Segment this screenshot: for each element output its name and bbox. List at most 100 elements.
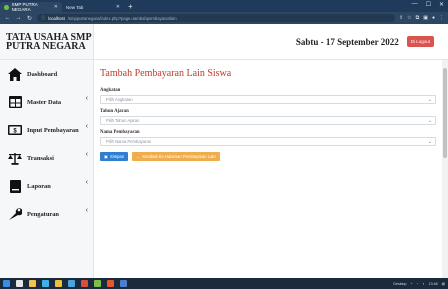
app-icon[interactable] [107,280,114,287]
select-placeholder: Pilih Tahun Ajaran [106,118,140,123]
sidebar-item-label: Master Data [27,98,62,106]
back-to-list-button[interactable]: ← Kembali Ke Halaman Pembayaran Lain [132,152,220,161]
tab-smp-putra-negara[interactable]: SMP PUTRA NEGARA ✕ [0,2,62,12]
url-path: /smpputranegara/index.php?page=tambahpem… [67,15,177,21]
chevron-down-icon: ⌄ [427,97,432,103]
select-placeholder: Pilih Nama Pembayaran [106,139,152,144]
chevron-left-icon: ‹ [85,95,88,102]
field-label: Tahun Ajaran [100,109,129,114]
back-arrow-icon[interactable]: ← [4,15,11,21]
forward-arrow-icon[interactable]: → [15,15,22,21]
sidebar-nav: Dashboard Master Data ‹ $ Input Pembayar… [0,60,93,228]
volume-icon[interactable]: ◖ [422,282,424,286]
menu-icon[interactable]: ⋮ [439,15,444,21]
sidebar: TATA USAHA SMP PUTRA NEGARA Dashboard Ma… [0,24,94,278]
page-title: Tambah Pembayaran Lain Siswa [100,68,232,79]
reload-icon[interactable]: ↻ [26,15,33,22]
sidebar-item-transaksi[interactable]: Transaksi ‹ [0,144,93,172]
field-nama-pembayaran: Nama Pembayaran Pilih Nama Pembayaran ⌄ [100,130,436,146]
file-explorer-icon[interactable] [29,280,36,287]
edge-icon[interactable] [42,280,49,287]
home-icon [8,67,22,81]
browser-tab-bar: SMP PUTRA NEGARA ✕ New Tab ✕ + — ☐ ✕ [0,0,448,12]
page-scrollbar[interactable] [442,60,448,278]
sidebar-icon[interactable]: ▣ [423,15,428,21]
wrench-icon [8,207,22,221]
clock[interactable]: 13:48 [429,282,438,286]
angkatan-select[interactable]: Pilih Angkatan ⌄ [100,95,436,104]
sidebar-item-label: Input Pembayaran [27,126,79,134]
nama-pembayaran-select[interactable]: Pilih Nama Pembayaran ⌄ [100,137,436,146]
close-window-icon[interactable]: ✕ [439,1,444,8]
arrow-left-icon: ← [136,154,141,159]
sidebar-item-master-data[interactable]: Master Data ‹ [0,88,93,116]
app-icon[interactable] [94,280,101,287]
app-icon[interactable] [81,280,88,287]
app-brand[interactable]: TATA USAHA SMP PUTRA NEGARA [0,24,93,60]
chevron-up-icon[interactable]: ^ [411,282,413,286]
profile-icon[interactable]: ● [432,15,435,21]
field-angkatan: Angkatan Pilih Angkatan ⌄ [100,88,436,104]
main-content: Tambah Pembayaran Lain Siswa Angkatan Pi… [94,60,442,278]
close-tab-icon[interactable]: ✕ [116,4,120,10]
field-label: Nama Pembayaran [100,130,140,135]
money-icon: $ [8,123,22,137]
system-tray: Desktop ^ ◔ ◖ 13:48 ▤ [393,282,445,286]
save-label: Simpan [109,154,125,159]
tab-new-tab[interactable]: New Tab ✕ [62,2,124,12]
save-button[interactable]: ▣ Simpan [100,152,129,161]
info-icon: ⓘ [41,15,46,20]
sidebar-item-label: Dashboard [27,70,58,78]
sidebar-item-label: Laporan [27,182,51,190]
chevron-down-icon: ⌄ [427,139,432,145]
toolbar-icons: ⇪ ☆ ⧉ ▣ ● ⋮ [399,15,444,21]
folder-icon[interactable] [55,280,62,287]
chevron-left-icon: ‹ [85,207,88,214]
balance-scale-icon [8,151,22,165]
table-icon [8,95,22,109]
sidebar-item-input-pembayaran[interactable]: $ Input Pembayaran ‹ [0,116,93,144]
sidebar-item-laporan[interactable]: Laporan ‹ [0,172,93,200]
sidebar-item-dashboard[interactable]: Dashboard [0,60,93,88]
notification-icon[interactable]: ▤ [442,282,445,286]
share-icon[interactable]: ⇪ [399,15,403,21]
sidebar-item-pengaturan[interactable]: Pengaturan ‹ [0,200,93,228]
tahun-ajaran-select[interactable]: Pilih Tahun Ajaran ⌄ [100,116,436,125]
store-icon[interactable] [68,280,75,287]
start-icon[interactable] [3,280,10,287]
logout-button[interactable]: Di Logout [406,36,434,47]
minimize-icon[interactable]: — [412,1,418,8]
url-host: localhost [48,15,65,21]
extension-icon[interactable]: ⧉ [416,15,420,21]
field-label: Angkatan [100,88,121,93]
new-tab-icon[interactable]: + [128,2,133,12]
search-icon[interactable] [16,280,23,287]
chevron-left-icon: ‹ [85,179,88,186]
form-actions: ▣ Simpan ← Kembali Ke Halaman Pembayaran… [100,152,436,161]
favicon-icon [4,4,9,10]
tray-label[interactable]: Desktop [393,282,406,286]
network-icon[interactable]: ◔ [416,282,418,286]
scrollbar-thumb[interactable] [443,68,447,158]
field-tahun-ajaran: Tahun Ajaran Pilih Tahun Ajaran ⌄ [100,109,436,125]
tab-label: New Tab [66,4,84,10]
top-header: Sabtu - 17 September 2022 Di Logout [94,24,448,60]
save-icon: ▣ [104,154,108,159]
sidebar-item-label: Pengaturan [27,210,59,218]
star-icon[interactable]: ☆ [407,15,411,21]
close-tab-icon[interactable]: ✕ [54,4,58,10]
chevron-left-icon: ‹ [85,151,88,158]
chrome-icon[interactable] [120,280,127,287]
chevron-down-icon: ⌄ [427,118,432,124]
chevron-left-icon: ‹ [85,123,88,130]
back-label: Kembali Ke Halaman Pembayaran Lain [142,154,216,159]
select-placeholder: Pilih Angkatan [106,97,133,102]
report-icon [8,179,22,193]
maximize-icon[interactable]: ☐ [426,1,431,8]
brand-line-2: PUTRA NEGARA [6,40,86,52]
window-controls: — ☐ ✕ [412,1,444,8]
url-input[interactable]: ⓘ localhost/smpputranegara/index.php?pag… [37,14,395,22]
current-date: Sabtu - 17 September 2022 [295,36,399,47]
tab-label: SMP PUTRA NEGARA [11,2,38,12]
os-taskbar: Desktop ^ ◔ ◖ 13:48 ▤ [0,278,448,289]
